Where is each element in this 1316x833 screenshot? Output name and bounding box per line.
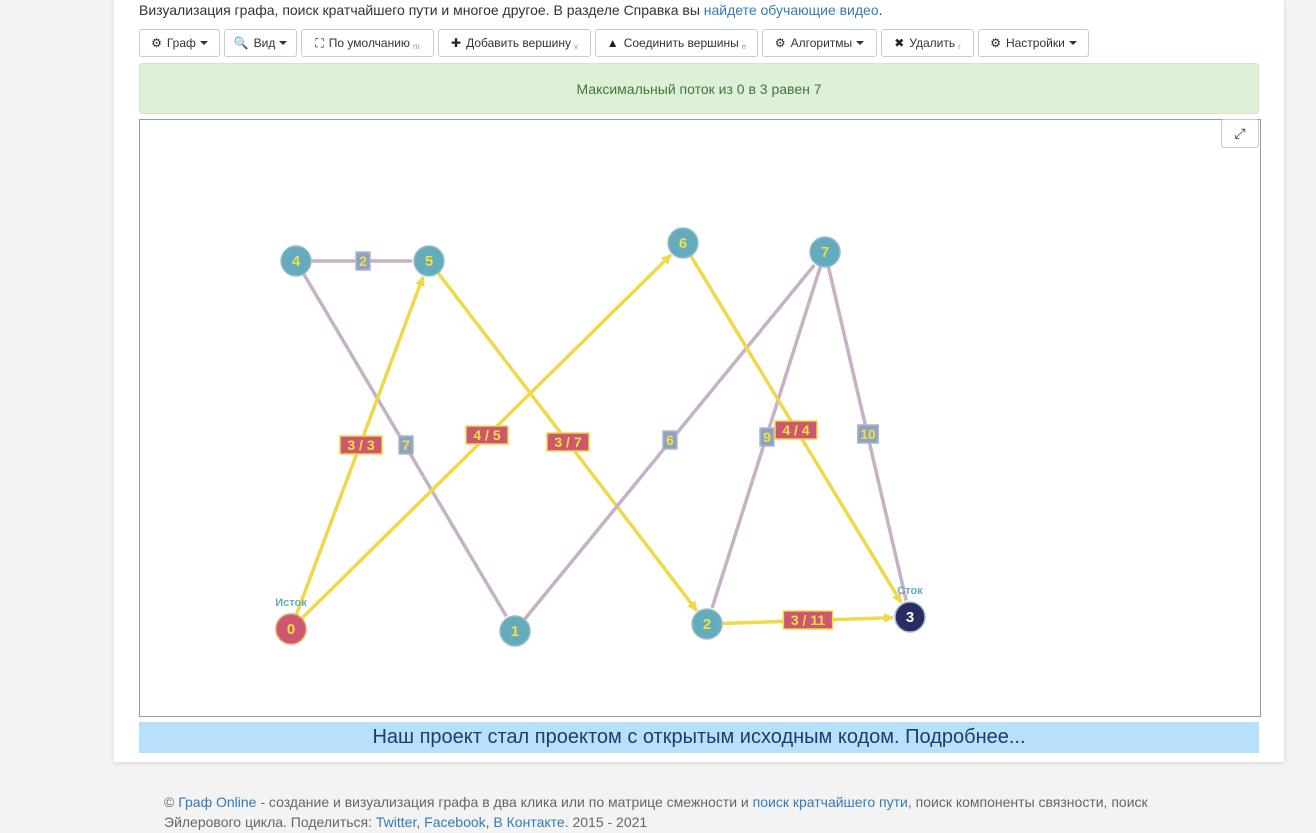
hotkey-hint: m	[412, 41, 420, 51]
view-menu-label: Вид	[253, 36, 276, 50]
caret-down-icon	[279, 41, 288, 45]
plus-icon: ✚	[451, 36, 462, 50]
add-vertex-label: Добавить вершину	[466, 36, 571, 50]
settings-icon: ⚙	[990, 36, 1001, 50]
footer: © Граф Online - создание и визуализация …	[164, 792, 1164, 832]
edge-label: 6	[666, 432, 674, 448]
edge-label: 3 / 11	[791, 612, 825, 628]
road-icon: ▲	[606, 36, 619, 50]
add-vertex-button[interactable]: ✚ Добавить вершину v	[438, 29, 591, 57]
open-source-banner-text: Наш проект стал проектом с открытым исхо…	[372, 726, 1026, 748]
edge-label: 9	[763, 429, 771, 445]
vk-link[interactable]: В Контакте	[493, 814, 564, 830]
intro-text: Визуализация графа, поиск кратчайшего пу…	[139, 2, 883, 18]
shortest-path-link[interactable]: поиск кратчайшего пути	[753, 794, 908, 810]
facebook-link[interactable]: Facebook	[424, 814, 485, 830]
algorithms-menu-button[interactable]: ⚙ Алгоритмы	[762, 29, 877, 57]
footer-years: . 2015 - 2021	[564, 814, 648, 830]
tutorial-video-link[interactable]: найдете обучающие видео	[704, 2, 879, 18]
connect-vertices-label: Соединить вершины	[623, 36, 739, 50]
gear-icon: ⚙	[151, 36, 162, 50]
fullscreen-button[interactable]: ⤢	[1221, 119, 1259, 148]
edge-label: 3 / 7	[554, 434, 581, 450]
cog-icon: ⚙	[774, 36, 786, 50]
copyright-sign: ©	[164, 794, 179, 810]
fullscreen-icon: ⛶	[315, 35, 324, 50]
edge-label: 4 / 5	[473, 427, 500, 443]
graph-menu-button[interactable]: ⚙ Граф	[139, 29, 220, 57]
zoom-icon: 🔍	[233, 36, 249, 50]
caret-down-icon	[1068, 41, 1077, 45]
footer-text: - создание и визуализация графа в два кл…	[256, 794, 753, 810]
intro-tail: .	[878, 2, 883, 18]
edge-label: 10	[860, 426, 876, 442]
delete-label: Удалить	[909, 36, 956, 50]
caret-down-icon	[199, 41, 208, 45]
edge-label: 3 / 3	[347, 437, 374, 453]
hotkey-hint: e	[741, 41, 747, 51]
delete-button[interactable]: ✖ Удалить r	[881, 29, 974, 57]
caret-down-icon	[856, 41, 865, 45]
open-source-banner[interactable]: Наш проект стал проектом с открытым исхо…	[139, 722, 1259, 753]
hotkey-hint: r	[958, 41, 961, 51]
vertex-label: 4	[292, 253, 301, 270]
default-layout-label: По умолчанию	[328, 36, 410, 50]
graph-drawing[interactable]: 2 7 3 / 3 4 / 5 3 / 7 6 9 4 / 4 10 3 / 11 0 Исток 1…	[140, 120, 1260, 716]
vertex-label: 6	[679, 235, 687, 252]
vertex-label: 5	[425, 253, 433, 270]
settings-menu-button[interactable]: ⚙ Настройки	[978, 29, 1089, 57]
vertex-label: 1	[511, 623, 519, 640]
settings-menu-label: Настройки	[1005, 36, 1065, 50]
vertex-label: 7	[821, 244, 829, 261]
max-flow-result: Максимальный поток из 0 в 3 равен 7	[576, 80, 822, 97]
max-flow-alert: Максимальный поток из 0 в 3 равен 7	[139, 63, 1259, 114]
vertex-label: 3	[906, 609, 914, 626]
remove-icon: ✖	[894, 36, 905, 50]
brand-link[interactable]: Граф Online	[178, 794, 256, 810]
connect-vertices-button[interactable]: ▲ Соединить вершины e	[595, 29, 758, 57]
vertex-label: 0	[287, 621, 295, 638]
expand-icon: ⤢	[1234, 125, 1246, 141]
algorithms-menu-label: Алгоритмы	[790, 36, 853, 50]
default-layout-button[interactable]: ⛶ По умолчанию m	[301, 29, 434, 57]
view-menu-button[interactable]: 🔍 Вид	[224, 29, 297, 57]
edge-label: 2	[359, 253, 367, 269]
hotkey-hint: v	[573, 41, 578, 51]
graph-canvas[interactable]: 2 7 3 / 3 4 / 5 3 / 7 6 9 4 / 4 10 3 / 11 0 Исток 1…	[139, 119, 1261, 717]
intro-sentence: Визуализация графа, поиск кратчайшего пу…	[139, 2, 704, 18]
graph-menu-label: Граф	[166, 36, 196, 50]
vertex-tag: Сток	[897, 585, 923, 597]
vertex-label: 2	[703, 616, 711, 633]
edge-label: 7	[402, 437, 410, 453]
footer-separator: ,	[416, 814, 425, 830]
twitter-link[interactable]: Twitter	[376, 814, 416, 830]
edge-label: 4 / 4	[782, 422, 809, 438]
vertex-tag: Исток	[275, 597, 307, 609]
